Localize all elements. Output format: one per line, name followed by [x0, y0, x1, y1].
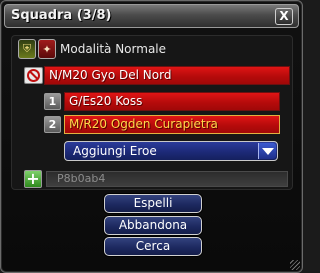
- add-player-row: + P8b0ab4: [24, 170, 290, 188]
- resize-grip-icon[interactable]: [290, 260, 300, 270]
- mode-label: Modalità Normale: [60, 42, 167, 56]
- mode-shield-icon[interactable]: ✦: [38, 39, 56, 59]
- leader-ban-icon[interactable]: [24, 67, 43, 84]
- party-member-row-2[interactable]: M/R20 Ogden Curapietra: [64, 115, 280, 134]
- leave-button[interactable]: Abbandona: [104, 216, 202, 235]
- add-hero-dropdown[interactable]: Aggiungi Eroe: [64, 141, 278, 161]
- slot-number-2: 2: [44, 116, 61, 133]
- close-button[interactable]: X: [275, 8, 293, 25]
- add-player-input[interactable]: P8b0ab4: [46, 171, 288, 187]
- add-hero-dropdown-value: Aggiungi Eroe: [73, 144, 157, 158]
- slot-number-1: 1: [44, 93, 61, 110]
- kick-button[interactable]: Espelli: [104, 194, 202, 213]
- mode-helmet-icon[interactable]: ⛨: [18, 39, 36, 59]
- window-title: Squadra (3/8): [11, 8, 112, 23]
- chevron-down-icon[interactable]: [258, 143, 276, 159]
- search-button[interactable]: Cerca: [104, 237, 202, 256]
- title-bar[interactable]: Squadra (3/8) X: [4, 4, 299, 28]
- mode-row: ⛨ ✦ Modalità Normale: [18, 39, 166, 59]
- party-leader-row[interactable]: N/M20 Gyo Del Nord: [44, 66, 290, 85]
- add-player-button[interactable]: +: [24, 170, 42, 188]
- party-member-row-1[interactable]: G/Es20 Koss: [64, 92, 280, 111]
